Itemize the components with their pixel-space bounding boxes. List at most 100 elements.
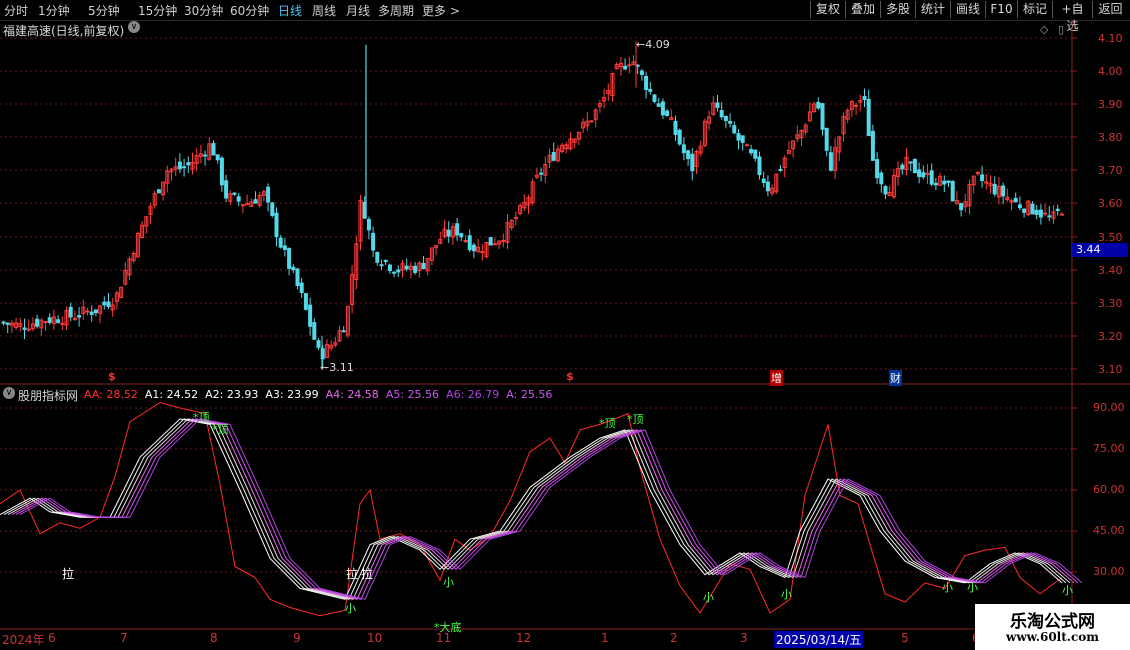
candle-body [421, 262, 426, 270]
candle-body [299, 282, 304, 294]
price-tick: 3.20 [1098, 330, 1123, 343]
candle-body [459, 233, 464, 238]
candle-body [1013, 197, 1018, 203]
candle-body [5, 322, 10, 325]
candle-body [870, 130, 875, 161]
candle-body [753, 149, 758, 159]
signal-small: 小 [345, 602, 356, 615]
signal-small: 小 [703, 591, 714, 604]
watermark-title: 乐淘公式网 [1010, 612, 1095, 632]
candle-body [749, 149, 754, 154]
candle-body [744, 144, 749, 147]
candle-body [1055, 208, 1060, 212]
candle-body [77, 315, 82, 318]
event-marker-cai[interactable]: 财 [889, 370, 902, 386]
candle-body [959, 203, 964, 211]
candle-body [341, 330, 346, 333]
candle-body [379, 264, 384, 267]
candle-body [728, 121, 733, 124]
candlestick-series [1, 41, 1064, 369]
candle-body [102, 301, 107, 306]
x-axis-label: 12 [516, 631, 532, 645]
candle-body [917, 169, 922, 177]
candle-body [56, 319, 61, 324]
signal-top: *顶 [193, 411, 210, 424]
candle-body [921, 172, 926, 178]
candle-body [627, 64, 632, 67]
candle-body [820, 103, 825, 130]
candle-body [665, 110, 670, 116]
price-tick: 3.10 [1098, 363, 1123, 376]
diamond-icon[interactable]: ◇ [1040, 23, 1048, 36]
candle-body [635, 64, 640, 67]
x-axis-label: 1 [601, 631, 609, 645]
signal-pull: 拉 [361, 567, 374, 581]
indicator-tick: 60.00 [1093, 483, 1125, 496]
indicator-tick: 45.00 [1093, 524, 1125, 537]
candle-body [312, 322, 317, 340]
candle-body [362, 201, 367, 219]
candle-body [215, 154, 220, 161]
candle-body [686, 150, 691, 160]
candle-body [274, 212, 279, 238]
x-axis-label: 3 [740, 631, 748, 645]
candle-body [156, 189, 161, 194]
signal-small: 小 [781, 588, 792, 601]
candle-body [308, 304, 313, 327]
event-marker[interactable]: $ [108, 370, 116, 383]
indicator-name[interactable]: 股朋指标网 [18, 387, 78, 404]
candle-body [1, 321, 6, 324]
candle-body [93, 309, 98, 314]
candle-body [824, 127, 829, 151]
candle-body [652, 94, 657, 102]
candle-body [295, 268, 300, 287]
candle-body [1034, 209, 1039, 215]
indicator-values: AA: 28.52 A1: 24.52 A2: 23.93 A3: 23.99 … [84, 388, 552, 401]
x-axis-label: 11 [436, 631, 452, 645]
candle-body [392, 271, 397, 274]
indicator-tick: 30.00 [1093, 565, 1125, 578]
signal-top: *顶 [599, 417, 616, 430]
indicator-dropdown-icon[interactable]: ∨ [3, 387, 15, 399]
candle-body [883, 186, 888, 195]
x-axis-label: 2 [670, 631, 678, 645]
candle-body [282, 245, 287, 250]
candle-body [316, 340, 321, 348]
candle-body [219, 157, 224, 186]
candle-body [1030, 203, 1035, 215]
title-dropdown-icon[interactable]: ∨ [128, 21, 140, 33]
candle-body [551, 152, 556, 161]
signal-small: 小 [443, 576, 454, 589]
event-marker[interactable]: $ [566, 370, 574, 383]
candle-body [644, 75, 649, 90]
candle-body [375, 252, 380, 263]
candle-body [89, 311, 94, 315]
candle-body [303, 293, 308, 310]
candle-body [723, 115, 728, 122]
price-tick: 3.90 [1098, 98, 1123, 111]
candle-body [757, 156, 762, 176]
candle-body [463, 240, 468, 243]
candle-body [1047, 215, 1052, 218]
candle-body [866, 98, 871, 137]
candle-body [446, 229, 451, 237]
candle-body [929, 170, 934, 185]
event-marker-zeng[interactable]: 增 [770, 370, 783, 386]
value-a6: A6: 26.79 [446, 388, 500, 401]
x-axis-label: 7 [120, 631, 128, 645]
indicator-tick: 90.00 [1093, 401, 1125, 414]
candle-body [245, 203, 250, 206]
low-price-label: ←3.11 [320, 361, 354, 374]
candle-body [371, 232, 376, 251]
side-toggle-icon[interactable]: ▯ [1058, 23, 1064, 36]
candle-body [732, 125, 737, 134]
candle-body [387, 264, 392, 271]
candle-body [715, 102, 720, 108]
chart-canvas[interactable] [0, 0, 1130, 650]
signal-small: 小 [1062, 584, 1073, 597]
indicator-series [0, 401, 1083, 617]
candle-body [539, 172, 544, 175]
candle-body [765, 181, 770, 192]
candle-body [1017, 204, 1022, 209]
candle-body [816, 101, 821, 109]
